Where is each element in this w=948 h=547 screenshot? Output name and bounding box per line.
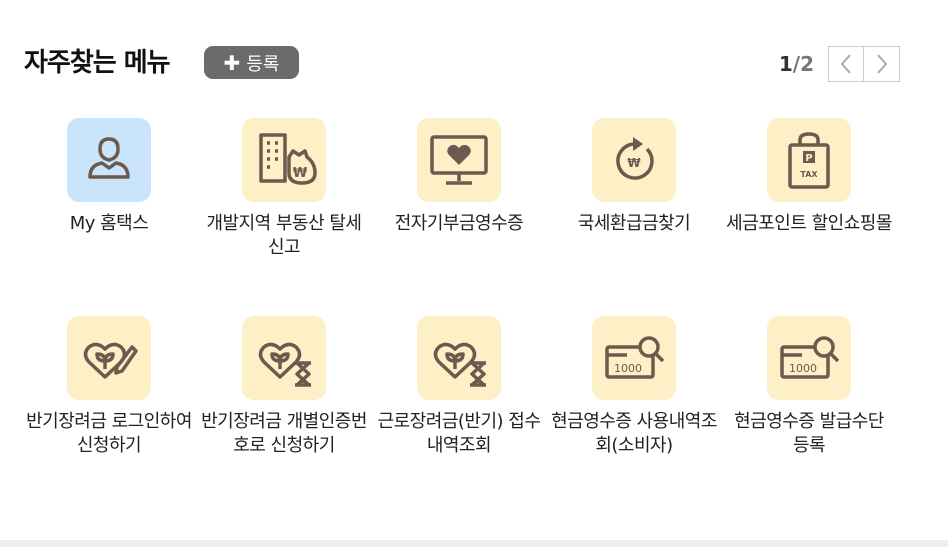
menu-item-tax-refund-search[interactable]: ₩ 국세환급금찾기: [549, 118, 719, 236]
icon-box: [67, 118, 151, 202]
next-page-button[interactable]: [864, 46, 900, 82]
menu-item-tax-point-mall[interactable]: P TAX 세금포인트 할인쇼핑몰: [724, 118, 894, 236]
current-page: 1: [778, 52, 793, 76]
prev-page-button[interactable]: [828, 46, 864, 82]
icon-box: [242, 316, 326, 400]
menu-item-my-hometax[interactable]: My 홈택스: [24, 118, 194, 236]
add-menu-button-label: 등록: [246, 53, 280, 75]
menu-item-work-incentive-history[interactable]: 근로장려금(반기) 접수내역조회: [374, 316, 544, 458]
won-sign: ₩: [293, 166, 308, 181]
tax-text: TAX: [800, 170, 818, 179]
pagination: 1/2: [779, 46, 900, 82]
menu-item-label: 국세환급금찾기: [577, 213, 691, 234]
menu-item-half-incentive-login[interactable]: 반기장려금 로그인하여 신청하기: [24, 316, 194, 458]
menu-item-electronic-donation-receipt[interactable]: 전자기부금영수증: [374, 118, 544, 236]
menu-item-label: 반기장려금 로그인하여 신청하기: [26, 411, 192, 456]
total-pages: /2: [792, 52, 814, 76]
receipt-magnifier-icon: 1000: [605, 336, 665, 379]
heart-sprout-hourglass-icon: [433, 342, 486, 387]
menu-item-label: My 홈택스: [69, 213, 149, 234]
plus-icon: ✚: [223, 50, 241, 75]
menu-item-label: 개발지역 부동산 탈세신고: [206, 213, 362, 258]
chevron-right-icon: [876, 54, 887, 74]
section-title: 자주찾는 메뉴: [24, 48, 171, 78]
won-sign: ₩: [627, 156, 641, 170]
icon-box: [67, 316, 151, 400]
menu-item-half-incentive-auth-number[interactable]: 반기장려금 개별인증번호로 신청하기: [199, 316, 369, 458]
icon-box: ₩: [592, 118, 676, 202]
p-mark: P: [805, 153, 812, 164]
bottom-divider: [0, 540, 948, 547]
icon-box: ₩: [242, 118, 326, 202]
icon-box: [417, 316, 501, 400]
building-money-bag-icon: ₩: [259, 133, 317, 185]
menu-item-label: 전자기부금영수증: [394, 213, 524, 234]
icon-box: [417, 118, 501, 202]
chevron-left-icon: [840, 54, 851, 74]
menu-item-label: 반기장려금 개별인증번호로 신청하기: [201, 411, 367, 456]
heart-sprout-pencil-icon: [83, 342, 138, 379]
icon-box: 1000: [592, 316, 676, 400]
menu-item-label: 근로장려금(반기) 접수내역조회: [377, 411, 541, 456]
frequent-menu-header: 자주찾는 메뉴 ✚ 등록 1/2: [24, 40, 900, 84]
icon-box: P TAX: [767, 118, 851, 202]
amount-text: 1000: [789, 362, 817, 375]
receipt-magnifier-icon: 1000: [780, 336, 840, 379]
monitor-heart-icon: [430, 135, 488, 185]
icon-box: 1000: [767, 316, 851, 400]
shopping-bag-tax-icon: P TAX: [788, 132, 830, 189]
menu-item-cash-receipt-usage[interactable]: 1000 현금영수증 사용내역조회(소비자): [549, 316, 719, 458]
menu-item-cash-receipt-register[interactable]: 1000 현금영수증 발급수단 등록: [724, 316, 894, 458]
person-icon: [88, 137, 130, 179]
menu-item-label: 현금영수증 사용내역조회(소비자): [551, 411, 717, 456]
menu-item-label: 세금포인트 할인쇼핑몰: [726, 213, 892, 234]
add-menu-button[interactable]: ✚ 등록: [204, 46, 299, 79]
amount-text: 1000: [614, 362, 642, 375]
menu-item-label: 현금영수증 발급수단 등록: [734, 411, 884, 456]
heart-sprout-hourglass-icon: [258, 342, 311, 387]
menu-item-dev-area-realestate[interactable]: ₩ 개발지역 부동산 탈세신고: [199, 118, 369, 260]
won-refund-icon: ₩: [616, 137, 654, 180]
page-indicator: 1/2: [779, 52, 814, 76]
